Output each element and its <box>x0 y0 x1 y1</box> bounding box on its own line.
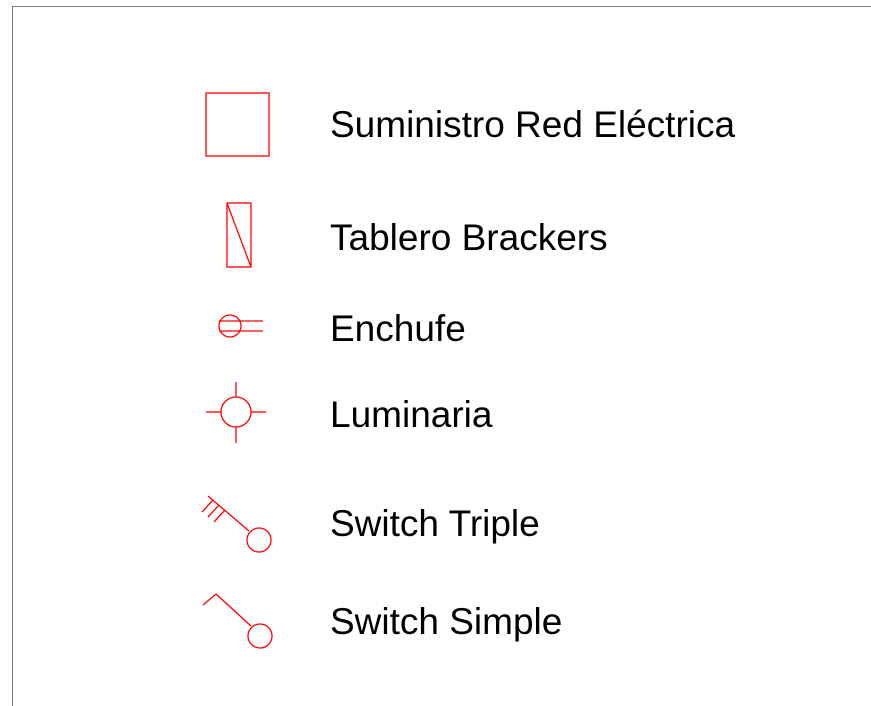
legend-label-luminaria: Luminaria <box>330 394 493 435</box>
legend-label-switch-simple: Switch Simple <box>330 601 563 642</box>
legend-label-enchufe: Enchufe <box>330 308 466 349</box>
light-fixture-icon <box>206 382 266 443</box>
legend-label-switch-triple: Switch Triple <box>330 503 540 544</box>
legend-label-suministro: Suministro Red Eléctrica <box>330 104 736 145</box>
legend-label-tablero: Tablero Brackers <box>330 217 608 258</box>
breaker-panel-icon <box>226 202 252 268</box>
square-icon <box>205 92 270 157</box>
simple-switch-icon <box>202 593 273 649</box>
triple-switch-icon <box>201 495 272 553</box>
outlet-icon <box>218 314 263 338</box>
